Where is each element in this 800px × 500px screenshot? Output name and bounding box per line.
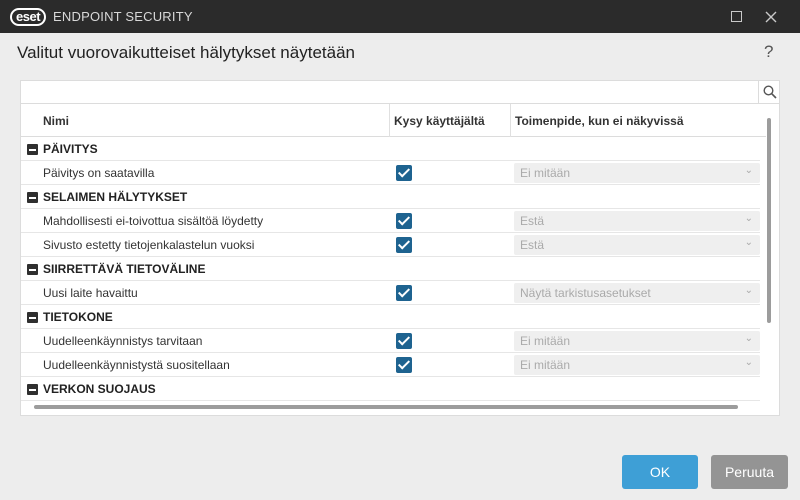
table-row[interactable]: Päivitys on saatavilla Ei mitään ⌄: [21, 161, 760, 185]
group-label: TIETOKONE: [43, 310, 113, 324]
collapse-icon[interactable]: [27, 384, 38, 395]
ask-user-checkbox[interactable]: [396, 237, 412, 253]
table-header: Nimi Kysy käyttäjältä Toimenpide, kun ei…: [21, 104, 766, 137]
group-row[interactable]: SIIRRETTÄVÄ TIETOVÄLINE: [21, 257, 760, 281]
close-icon: [765, 11, 776, 22]
ask-user-checkbox[interactable]: [396, 333, 412, 349]
collapse-icon[interactable]: [27, 192, 38, 203]
alert-label: Sivusto estetty tietojenkalastelun vuoks…: [43, 238, 255, 252]
table-row[interactable]: Mahdollisesti ei-toivottua sisältöä löyd…: [21, 209, 760, 233]
chevron-down-icon: ⌄: [744, 333, 753, 344]
alert-label: Päivitys on saatavilla: [43, 166, 155, 180]
chevron-down-icon: ⌄: [744, 285, 753, 296]
group-row[interactable]: PÄIVITYS: [21, 137, 760, 161]
ask-user-checkbox[interactable]: [396, 165, 412, 181]
logo-text: eset: [16, 9, 41, 24]
action-value: Estä: [520, 238, 545, 252]
group-label: SIIRRETTÄVÄ TIETOVÄLINE: [43, 262, 206, 276]
horizontal-scrollbar[interactable]: [34, 405, 738, 409]
search-icon: [763, 85, 777, 99]
chevron-down-icon: ⌄: [744, 165, 753, 176]
alert-label: Mahdollisesti ei-toivottua sisältöä löyd…: [43, 214, 264, 228]
group-label: VERKON SUOJAUS: [43, 382, 156, 396]
ask-user-checkbox[interactable]: [396, 285, 412, 301]
action-value: Näytä tarkistusasetukset: [520, 286, 651, 300]
page-title: Valitut vuorovaikutteiset hälytykset näy…: [17, 43, 355, 62]
vertical-scrollbar[interactable]: [767, 118, 771, 323]
col-ask-user[interactable]: Kysy käyttäjältä: [394, 114, 485, 128]
action-value: Ei mitään: [520, 166, 571, 180]
cancel-button[interactable]: Peruuta: [711, 455, 788, 489]
action-select[interactable]: Ei mitään ⌄: [514, 331, 760, 351]
action-value: Ei mitään: [520, 334, 571, 348]
action-select[interactable]: Näytä tarkistusasetukset ⌄: [514, 283, 760, 303]
alerts-panel: Nimi Kysy käyttäjältä Toimenpide, kun ei…: [20, 80, 780, 416]
col-divider[interactable]: [510, 104, 511, 137]
maximize-icon: [731, 11, 742, 22]
action-value: Estä: [520, 214, 545, 228]
group-row[interactable]: SELAIMEN HÄLYTYKSET: [21, 185, 760, 209]
chevron-down-icon: ⌄: [744, 357, 753, 368]
group-label: SELAIMEN HÄLYTYKSET: [43, 190, 188, 204]
ask-user-checkbox[interactable]: [396, 357, 412, 373]
collapse-icon[interactable]: [27, 312, 38, 323]
close-button[interactable]: [754, 0, 787, 33]
eset-logo: eset: [10, 7, 47, 26]
ask-user-checkbox[interactable]: [396, 213, 412, 229]
action-select[interactable]: Estä ⌄: [514, 211, 760, 231]
chevron-down-icon: ⌄: [744, 237, 753, 248]
col-name[interactable]: Nimi: [43, 114, 69, 128]
group-label: PÄIVITYS: [43, 142, 98, 156]
collapse-icon[interactable]: [27, 264, 38, 275]
collapse-icon[interactable]: [27, 144, 38, 155]
col-action[interactable]: Toimenpide, kun ei näkyvissä: [515, 114, 684, 128]
maximize-button[interactable]: [720, 0, 753, 33]
action-select[interactable]: Estä ⌄: [514, 235, 760, 255]
alert-label: Uudelleenkäynnistystä suositellaan: [43, 358, 230, 372]
search-button[interactable]: [758, 81, 779, 103]
ok-button[interactable]: OK: [622, 455, 698, 489]
group-row[interactable]: VERKON SUOJAUS: [21, 377, 760, 401]
action-select[interactable]: Ei mitään ⌄: [514, 355, 760, 375]
table-row[interactable]: Uudelleenkäynnistystä suositellaan Ei mit…: [21, 353, 760, 377]
group-row[interactable]: TIETOKONE: [21, 305, 760, 329]
help-button[interactable]: ?: [764, 42, 773, 62]
chevron-down-icon: ⌄: [744, 213, 753, 224]
col-divider[interactable]: [389, 104, 390, 137]
action-select[interactable]: Ei mitään ⌄: [514, 163, 760, 183]
table-row[interactable]: Uusi laite havaittu Näytä tarkistusasetuk…: [21, 281, 760, 305]
app-name: ENDPOINT SECURITY: [53, 9, 193, 24]
alert-label: Uusi laite havaittu: [43, 286, 138, 300]
action-value: Ei mitään: [520, 358, 571, 372]
title-bar: eset ENDPOINT SECURITY: [0, 0, 800, 33]
alert-label: Uudelleenkäynnistys tarvitaan: [43, 334, 203, 348]
table-row[interactable]: Uudelleenkäynnistys tarvitaan Ei mitään ⌄: [21, 329, 760, 353]
table-row[interactable]: Sivusto estetty tietojenkalastelun vuoks…: [21, 233, 760, 257]
